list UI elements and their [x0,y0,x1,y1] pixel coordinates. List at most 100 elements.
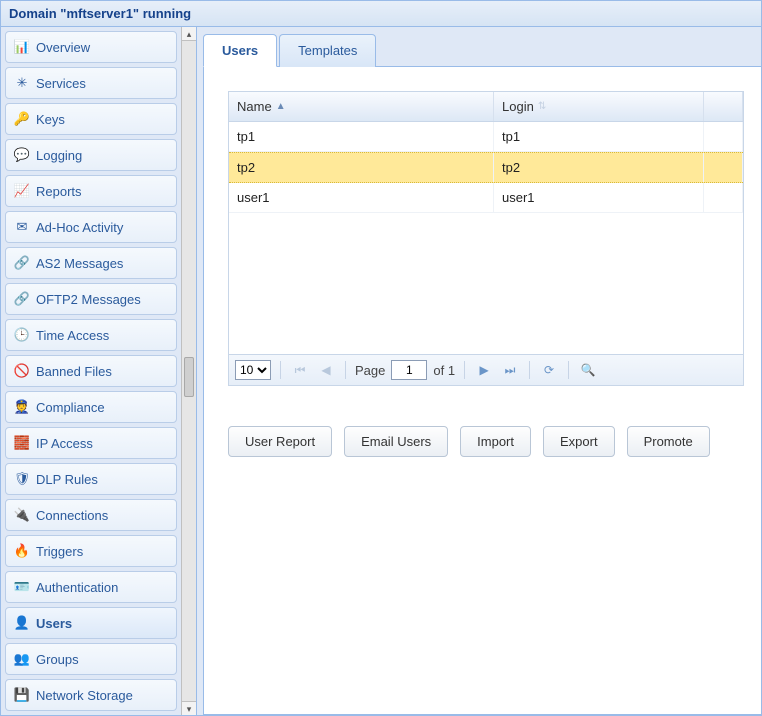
table-row[interactable]: user1user1 [229,183,743,213]
action-buttons: User Report Email Users Import Export Promot… [228,426,753,457]
sidebar-item-triggers-icon: 🔥 [14,543,30,559]
sidebar-item-logging-icon: 💬 [14,147,30,163]
sidebar-scrollbar[interactable]: ▴ ▾ [181,27,196,715]
sidebar-item-reports-icon: 📈 [14,183,30,199]
sidebar-item-keys[interactable]: 🔑 Keys [5,103,177,135]
cell-login: user1 [494,183,704,212]
sidebar-item-label: AS2 Messages [36,256,123,271]
grid-pager: 10 ⏮ ◀ Page of 1 ▶ ⏭ ⟳ [229,354,743,385]
column-header-name-label: Name [237,99,272,114]
sidebar-item-authentication-icon: 🪪 [14,579,30,595]
tabs: UsersTemplates [203,33,761,66]
sidebar-item-authentication[interactable]: 🪪 Authentication [5,571,177,603]
refresh-icon[interactable]: ⟳ [539,360,559,380]
sidebar-item-label: Banned Files [36,364,112,379]
sidebar-item-groups-icon: 👥 [14,651,30,667]
column-header-login[interactable]: Login ⇅ [494,92,704,121]
cell-name: tp2 [229,153,494,182]
sidebar-item-compliance[interactable]: 👮 Compliance [5,391,177,423]
sidebar-item-dlp-rules-icon: 🛡 [14,471,30,487]
sidebar-item-label: Ad-Hoc Activity [36,220,123,235]
sidebar-item-network-storage[interactable]: 💾 Network Storage [5,679,177,711]
sidebar-item-reports[interactable]: 📈 Reports [5,175,177,207]
sidebar-item-label: Triggers [36,544,83,559]
table-row[interactable]: tp1tp1 [229,122,743,152]
sidebar-item-ip-access[interactable]: 🧱 IP Access [5,427,177,459]
page-of-label: of 1 [433,363,455,378]
import-button[interactable]: Import [460,426,531,457]
page-label: Page [355,363,385,378]
window-title: Domain "mftserver1" running [1,1,761,27]
cell-login: tp2 [494,153,704,182]
scroll-up-icon[interactable]: ▴ [182,27,196,41]
sidebar-item-as2[interactable]: 🔗 AS2 Messages [5,247,177,279]
sidebar-item-label: Reports [36,184,82,199]
sidebar-item-users-icon: 👤 [14,615,30,631]
scroll-thumb[interactable] [184,357,194,397]
sidebar-item-label: IP Access [36,436,93,451]
sidebar-item-label: Users [36,616,72,631]
search-icon[interactable]: 🔍 [578,360,598,380]
sort-asc-icon: ▲ [276,101,286,112]
tab-users[interactable]: Users [203,34,277,67]
cell-login: tp1 [494,122,704,151]
sidebar-item-time-access-icon: 🕒 [14,327,30,343]
export-button[interactable]: Export [543,426,615,457]
sort-none-icon: ⇅ [538,101,546,112]
sidebar-item-label: Network Storage [36,688,133,703]
user-report-button[interactable]: User Report [228,426,332,457]
sidebar-item-banned-files-icon: 🚫 [14,363,30,379]
sidebar-item-users[interactable]: 👤 Users [5,607,177,639]
next-page-icon[interactable]: ▶ [474,360,494,380]
sidebar-item-time-access[interactable]: 🕒 Time Access [5,319,177,351]
sidebar-item-overview-icon: 📊 [14,39,30,55]
sidebar-item-ip-access-icon: 🧱 [14,435,30,451]
promote-button[interactable]: Promote [627,426,710,457]
sidebar-item-connections[interactable]: 🔌Connections [5,499,177,531]
grid-body: tp1tp1tp2tp2user1user1 [229,122,743,354]
page-input[interactable] [391,360,427,380]
sidebar-item-label: Authentication [36,580,118,595]
sidebar-item-label: Groups [36,652,79,667]
sidebar-item-groups[interactable]: 👥 Groups [5,643,177,675]
column-header-spacer [704,92,743,121]
sidebar-item-label: Logging [36,148,82,163]
scroll-down-icon[interactable]: ▾ [182,701,196,715]
sidebar-item-label: Connections [36,508,108,523]
sidebar-item-keys-icon: 🔑 [14,111,30,127]
first-page-icon[interactable]: ⏮ [290,360,310,380]
sidebar-item-label: Compliance [36,400,105,415]
sidebar: 📊 Overview ✳ Services 🔑 Keys 💬 Logging 📈 Reports ✉… [1,27,181,715]
column-header-login-label: Login [502,99,534,114]
sidebar-item-label: Time Access [36,328,109,343]
sidebar-item-label: Services [36,76,86,91]
sidebar-item-network-storage-icon: 💾 [14,687,30,703]
table-row[interactable]: tp2tp2 [229,152,743,183]
sidebar-item-triggers[interactable]: 🔥 Triggers [5,535,177,567]
sidebar-item-label: OFTP2 Messages [36,292,141,307]
sidebar-item-oftp2[interactable]: 🔗 OFTP2 Messages [5,283,177,315]
sidebar-item-services[interactable]: ✳ Services [5,67,177,99]
sidebar-item-adhoc[interactable]: ✉ Ad-Hoc Activity [5,211,177,243]
sidebar-item-oftp2-icon: 🔗 [14,291,30,307]
sidebar-item-banned-files[interactable]: 🚫 Banned Files [5,355,177,387]
grid-header: Name ▲ Login ⇅ [229,92,743,122]
email-users-button[interactable]: Email Users [344,426,448,457]
sidebar-item-compliance-icon: 👮 [14,399,30,415]
tab-templates[interactable]: Templates [279,34,376,67]
sidebar-item-dlp-rules[interactable]: 🛡 DLP Rules [5,463,177,495]
sidebar-item-label: Overview [36,40,90,55]
prev-page-icon[interactable]: ◀ [316,360,336,380]
sidebar-item-services-icon: ✳ [14,75,30,91]
sidebar-item-label: Keys [36,112,65,127]
sidebar-item-adhoc-icon: ✉ [14,219,30,235]
sidebar-item-label: DLP Rules [36,472,98,487]
column-header-name[interactable]: Name ▲ [229,92,494,121]
cell-name: tp1 [229,122,494,151]
sidebar-item-overview[interactable]: 📊 Overview [5,31,177,63]
page-size-select[interactable]: 10 [235,360,271,380]
tab-panel-users: Name ▲ Login ⇅ tp1tp1tp2tp2user1user1 10 [203,66,761,715]
last-page-icon[interactable]: ⏭ [500,360,520,380]
sidebar-item-as2-icon: 🔗 [14,255,30,271]
sidebar-item-logging[interactable]: 💬 Logging [5,139,177,171]
